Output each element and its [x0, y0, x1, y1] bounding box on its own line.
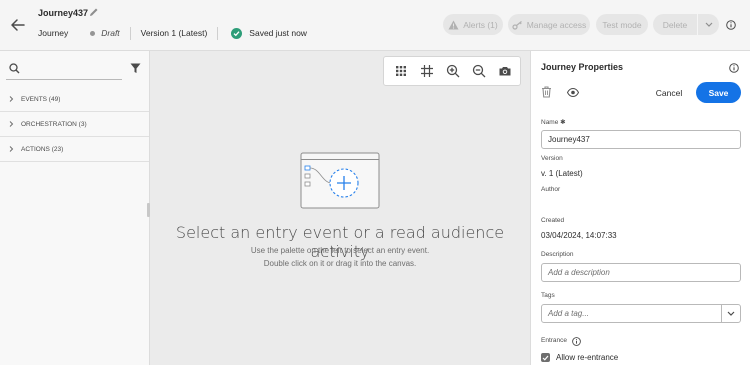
back-arrow-icon[interactable]: [8, 15, 28, 35]
chevron-down-icon: [705, 22, 712, 27]
save-status: Saved just now: [249, 28, 307, 38]
status-dot: [90, 30, 96, 36]
journey-properties-panel: Journey Properties Cancel Save Name ✱ Jo…: [530, 51, 750, 365]
version-label: Version: [541, 155, 563, 162]
cancel-button[interactable]: Cancel: [649, 85, 689, 101]
category-events[interactable]: EVENTS (49): [0, 87, 149, 112]
eye-icon[interactable]: [567, 88, 579, 97]
journey-type: Journey: [38, 28, 69, 38]
canvas-toolbar: [383, 56, 521, 86]
key-icon: [512, 20, 522, 30]
version-dropdown[interactable]: Version 1 (Latest): [141, 28, 208, 38]
filter-icon[interactable]: [130, 63, 141, 74]
allow-reentrance-checkbox[interactable]: [541, 353, 550, 362]
camera-icon[interactable]: [498, 64, 512, 78]
name-field[interactable]: Journey437: [541, 130, 741, 149]
tags-label: Tags: [541, 292, 555, 299]
alert-icon: [448, 20, 459, 29]
tags-dropdown-button[interactable]: [721, 304, 741, 323]
name-label: Name ✱: [541, 119, 566, 126]
empty-canvas-illustration: [300, 152, 380, 209]
info-icon[interactable]: [572, 337, 581, 346]
delete-button[interactable]: Delete: [653, 14, 697, 35]
chevron-right-icon: [9, 121, 14, 127]
zoom-out-icon[interactable]: [472, 64, 486, 78]
chevron-right-icon: [9, 146, 14, 152]
tags-input[interactable]: Add a tag...: [541, 304, 722, 323]
search-input[interactable]: [6, 79, 122, 80]
save-button[interactable]: Save: [696, 82, 741, 103]
author-label: Author: [541, 186, 561, 193]
allow-reentrance-label[interactable]: Allow re-entrance: [556, 353, 618, 362]
empty-state-hint: Use the palette on the left to select an…: [250, 246, 430, 255]
divider: [129, 26, 131, 40]
test-mode-button[interactable]: Test mode: [596, 14, 648, 35]
status-badge: Draft: [101, 28, 120, 38]
journey-name: Journey437: [38, 8, 89, 18]
manage-access-button[interactable]: Manage access: [508, 14, 590, 35]
chevron-down-icon: [727, 311, 735, 316]
pencil-icon[interactable]: [88, 7, 99, 18]
alerts-button[interactable]: Alerts (1): [443, 14, 503, 35]
created-label: Created: [541, 217, 565, 224]
empty-state-hint: Double click on it or drag it into the c…: [263, 259, 417, 268]
grid-icon[interactable]: [394, 64, 408, 78]
category-orchestration[interactable]: ORCHESTRATION (3): [0, 112, 149, 137]
required-asterisk-icon: ✱: [560, 119, 566, 126]
info-icon[interactable]: [729, 63, 739, 73]
check-circle-icon: [231, 27, 243, 39]
activity-palette: EVENTS (49) ORCHESTRATION (3) ACTIONS (2…: [0, 51, 150, 365]
trash-icon[interactable]: [541, 86, 552, 98]
entrance-label: Entrance: [541, 337, 568, 344]
description-field[interactable]: Add a description: [541, 263, 741, 282]
panel-title: Journey Properties: [541, 62, 624, 72]
search-icon[interactable]: [9, 63, 20, 74]
created-value: 03/04/2024, 14:07:33: [541, 231, 617, 240]
checkmark-icon: [542, 355, 549, 361]
category-actions[interactable]: ACTIONS (23): [0, 137, 149, 162]
journey-canvas[interactable]: Select an entry event or a read audience…: [147, 51, 530, 365]
palette-resize-handle[interactable]: [147, 203, 150, 217]
divider: [217, 26, 219, 40]
journey-header: Journey437 Journey Draft Version 1 (Late…: [0, 0, 750, 51]
description-label: Description: [541, 251, 574, 258]
fit-icon[interactable]: [420, 64, 434, 78]
more-actions-button[interactable]: [698, 14, 719, 35]
journey-meta: Journey Draft Version 1 (Latest) Saved j…: [38, 26, 307, 40]
empty-state-title: Select an entry event or a read audience…: [175, 223, 505, 261]
info-icon[interactable]: [726, 20, 736, 30]
zoom-in-icon[interactable]: [446, 64, 460, 78]
chevron-right-icon: [9, 96, 14, 102]
version-value: v. 1 (Latest): [541, 169, 583, 178]
